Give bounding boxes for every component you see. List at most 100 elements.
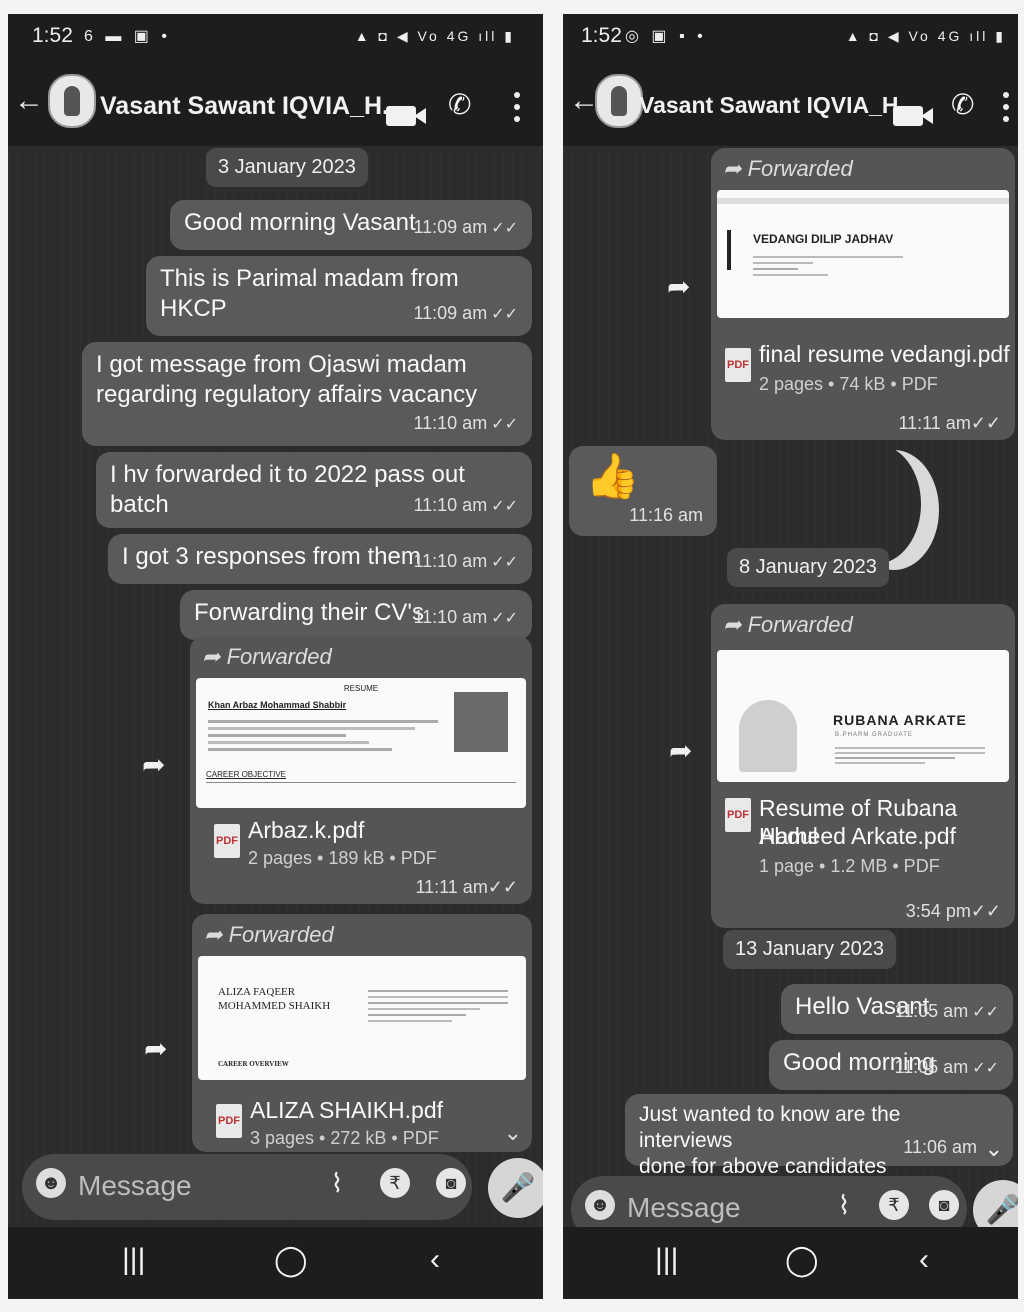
- rupee-icon[interactable]: ₹: [879, 1190, 909, 1220]
- double-chevron-down-icon[interactable]: ⌄: [504, 1120, 522, 1146]
- home-icon[interactable]: ◯: [274, 1243, 308, 1278]
- message-bubble[interactable]: Good morning 11:05 am ✓✓: [769, 1040, 1013, 1090]
- left-phone-screenshot: 1:52 6 ▬ ▣ • ▲ ◘ ◀ Vo 4G ıll ▮ ← Vasant …: [8, 14, 543, 1299]
- preview-lines: [753, 252, 903, 280]
- more-vert-icon[interactable]: [1003, 92, 1009, 128]
- message-input[interactable]: Message: [78, 1170, 192, 1202]
- right-phone-screenshot: 1:52 ◎ ▣ ▪ • ▲ ◘ ◀ Vo 4G ıll ▮ ← Vasant …: [563, 14, 1018, 1299]
- pdf-file-icon: PDF: [214, 824, 240, 858]
- message-time: 11:11 am: [415, 877, 488, 897]
- forwarded-label: Forwarded: [228, 922, 334, 947]
- document-preview[interactable]: VEDANGI DILIP JADHAV: [717, 190, 1009, 318]
- forwarded-document-message[interactable]: ➦ Forwarded VEDANGI DILIP JADHAV PDF fin…: [711, 148, 1015, 440]
- message-bubble[interactable]: Good morning Vasant 11:09 am ✓✓: [170, 200, 532, 250]
- recent-apps-icon[interactable]: |||: [655, 1243, 678, 1277]
- camera-icon[interactable]: ◙: [436, 1168, 466, 1198]
- read-ticks-icon: ✓✓: [491, 498, 518, 515]
- contact-avatar[interactable]: [48, 74, 96, 128]
- status-system-icons: ▲ ◘ ◀ Vo 4G ıll ▮: [845, 28, 1006, 44]
- message-time: 11:05 am: [894, 1057, 969, 1077]
- read-ticks-icon: ✓✓: [491, 416, 518, 433]
- message-input[interactable]: Message: [627, 1192, 741, 1224]
- paperclip-icon[interactable]: ⌇: [829, 1190, 859, 1220]
- mic-icon[interactable]: 🎤: [488, 1158, 543, 1218]
- status-time: 1:52: [32, 24, 73, 47]
- message-bubble[interactable]: I got 3 responses from them 11:10 am ✓✓: [108, 534, 532, 584]
- file-meta: 3 pages • 272 kB • PDF: [250, 1128, 439, 1148]
- message-time: 3:54 pm: [905, 901, 971, 921]
- contact-avatar[interactable]: [595, 74, 643, 128]
- read-ticks-icon: ✓✓: [491, 554, 518, 571]
- message-bubble[interactable]: Just wanted to know are the interviews d…: [625, 1094, 1013, 1178]
- more-vert-icon[interactable]: [514, 92, 520, 128]
- preview-subtitle: B.PHARM GRADUATE: [835, 732, 913, 738]
- share-icon[interactable]: ➦: [669, 734, 692, 767]
- document-preview[interactable]: RUBANA ARKATE B.PHARM GRADUATE: [717, 650, 1009, 782]
- recent-apps-icon[interactable]: |||: [122, 1243, 145, 1277]
- forwarded-document-message[interactable]: ➦ Forwarded ALIZA FAQEER MOHAMMED SHAIKH…: [192, 914, 532, 1152]
- back-nav-icon[interactable]: ‹: [430, 1243, 440, 1277]
- date-divider: 8 January 2023: [727, 548, 889, 587]
- moon-doodle: [831, 444, 921, 564]
- file-name: final resume vedangi.pdf: [759, 341, 1010, 367]
- video-camera-icon[interactable]: [386, 106, 426, 126]
- read-ticks-icon: ✓✓: [970, 901, 1001, 921]
- contact-name[interactable]: Vasant Sawant IQVIA_H...: [100, 92, 403, 121]
- forward-arrow-icon: ➦: [723, 612, 742, 637]
- message-bubble[interactable]: Hello Vasant 11:05 am ✓✓: [781, 984, 1013, 1034]
- read-ticks-icon: ✓✓: [972, 1060, 999, 1077]
- message-time: 11:05 am: [894, 1001, 969, 1021]
- file-name: Arbaz.k.pdf: [248, 817, 365, 843]
- read-ticks-icon: ✓✓: [491, 220, 518, 237]
- back-nav-icon[interactable]: ‹: [919, 1243, 929, 1277]
- chat-header: ← Vasant Sawant IQVIA_H... ✆: [563, 62, 1018, 146]
- pdf-file-icon: PDF: [725, 798, 751, 832]
- file-name-line: Hameed Arkate.pdf: [759, 823, 956, 849]
- message-input-bar[interactable]: ☻ Message ⌇ ₹ ◙: [22, 1154, 472, 1220]
- preview-name: VEDANGI DILIP JADHAV: [753, 232, 894, 246]
- back-arrow-icon[interactable]: ←: [14, 84, 44, 118]
- double-chevron-down-icon[interactable]: ⌄: [985, 1136, 1003, 1162]
- message-text-line: regarding regulatory affairs vacancy: [96, 381, 478, 408]
- message-bubble[interactable]: This is Parimal madam from HKCP 11:09 am…: [146, 256, 532, 336]
- emoji-icon[interactable]: ☻: [36, 1168, 66, 1198]
- share-icon[interactable]: ➦: [144, 1032, 167, 1065]
- thumbs-up-message[interactable]: 👍 11:16 am: [569, 446, 717, 536]
- message-time: 11:10 am: [413, 607, 488, 627]
- forwarded-document-message[interactable]: ➦ Forwarded RESUME Khan Arbaz Mohammad S…: [190, 636, 532, 904]
- forwarded-label: Forwarded: [747, 156, 853, 181]
- message-text-line: I got message from Ojaswi madam: [96, 351, 467, 378]
- preview-divider: [206, 782, 516, 783]
- pdf-file-icon: PDF: [725, 348, 751, 382]
- share-icon[interactable]: ➦: [667, 270, 690, 303]
- paperclip-icon[interactable]: ⌇: [322, 1168, 352, 1198]
- message-time: 11:09 am: [413, 217, 488, 237]
- message-time: 11:10 am: [413, 413, 488, 433]
- phone-icon[interactable]: ✆: [951, 88, 974, 121]
- home-icon[interactable]: ◯: [785, 1243, 819, 1278]
- contact-name[interactable]: Vasant Sawant IQVIA_H...: [639, 92, 918, 119]
- message-time: 11:09 am: [413, 303, 488, 323]
- share-icon[interactable]: ➦: [142, 748, 165, 781]
- read-ticks-icon: ✓✓: [970, 413, 1001, 433]
- forward-arrow-icon: ➦: [202, 644, 221, 669]
- preview-name: RUBANA ARKATE: [833, 712, 967, 728]
- document-preview[interactable]: RESUME Khan Arbaz Mohammad Shabbir CAREE…: [196, 678, 526, 808]
- rupee-icon[interactable]: ₹: [380, 1168, 410, 1198]
- document-preview[interactable]: ALIZA FAQEER MOHAMMED SHAIKH CAREER OVER…: [198, 956, 526, 1080]
- forward-arrow-icon: ➦: [723, 156, 742, 181]
- phone-icon[interactable]: ✆: [448, 88, 471, 121]
- status-bar: 1:52 6 ▬ ▣ • ▲ ◘ ◀ Vo 4G ıll ▮: [8, 14, 543, 62]
- file-meta: 2 pages • 189 kB • PDF: [248, 848, 437, 868]
- preview-name: Khan Arbaz Mohammad Shabbir: [208, 700, 347, 710]
- camera-icon[interactable]: ◙: [929, 1190, 959, 1220]
- date-divider: 3 January 2023: [206, 148, 368, 187]
- emoji-icon[interactable]: ☻: [585, 1190, 615, 1220]
- message-bubble[interactable]: I got message from Ojaswi madam regardin…: [82, 342, 532, 446]
- forwarded-document-message[interactable]: ➦ Forwarded RUBANA ARKATE B.PHARM GRADUA…: [711, 604, 1015, 928]
- message-bubble[interactable]: I hv forwarded it to 2022 pass out batch…: [96, 452, 532, 528]
- candidate-photo: [739, 700, 797, 772]
- message-bubble[interactable]: Forwarding their CV's 11:10 am ✓✓: [180, 590, 532, 640]
- forward-arrow-icon: ➦: [204, 922, 223, 947]
- video-camera-icon[interactable]: [893, 106, 933, 126]
